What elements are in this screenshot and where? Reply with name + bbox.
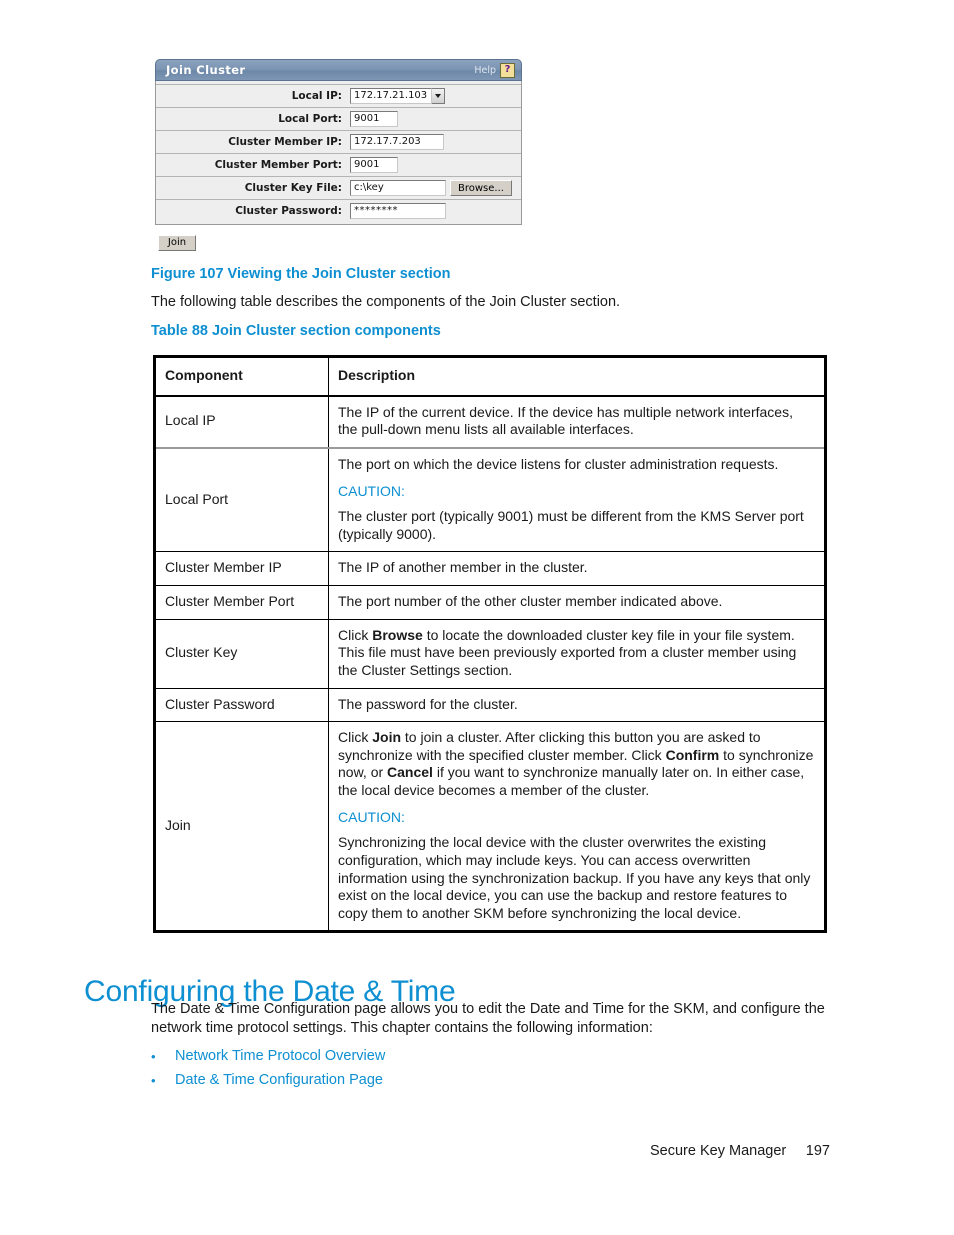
cell-component: Local IP (154, 395, 329, 449)
cluster-password-input[interactable]: ******** (350, 203, 446, 219)
section-paragraph: The Date & Time Configuration page allow… (151, 1001, 825, 1036)
description-paragraph: Click Browse to locate the downloaded cl… (338, 626, 797, 678)
table-row: Join Click Join to join a cluster. After … (154, 721, 826, 933)
cell-component: Cluster Member Port (154, 585, 329, 620)
table-row: Cluster Password The password for the clu… (154, 687, 826, 723)
cell-component: Cluster Password (154, 687, 329, 723)
help-question-icon[interactable]: ? (500, 62, 515, 78)
cell-component: Local Port (154, 446, 329, 553)
label-local-port: Local Port: (278, 113, 342, 125)
description-paragraph: The IP of another member in the cluster. (338, 559, 588, 576)
header-description: Description (328, 355, 826, 397)
description-paragraph: Synchronizing the local device with the … (338, 834, 811, 921)
help-label: Help (474, 64, 496, 76)
field-local-ip[interactable]: 172.17.21.103 (350, 88, 445, 104)
local-ip-select-value[interactable]: 172.17.21.103 (350, 88, 432, 104)
description-paragraph: Click Join to join a cluster. After clic… (338, 729, 814, 798)
label-cluster-key-file: Cluster Key File: (244, 182, 342, 194)
form-row-cluster-key-file: Cluster Key File: c:\key Browse... (156, 177, 521, 200)
browse-button[interactable]: Browse... (450, 180, 512, 196)
label-local-ip: Local IP: (291, 90, 342, 102)
field-cluster-password[interactable]: ******** (350, 203, 446, 219)
bullet-icon: • (151, 1049, 156, 1064)
table-row: Local IP The IP of the current device. If… (154, 395, 826, 449)
components-table: Component Description Local IP The IP of … (153, 355, 827, 934)
intro-paragraph: The following table describes the compon… (151, 294, 621, 310)
table-body: Component Description Local IP The IP of … (154, 355, 826, 933)
field-cluster-key-file[interactable]: c:\key Browse... (350, 180, 512, 196)
cross-reference-link[interactable]: Date & Time Configuration Page (175, 1070, 383, 1091)
description-paragraph: The port on which the device listens for… (338, 455, 779, 472)
form-row-local-port: Local Port: 9001 (156, 108, 521, 131)
list-item[interactable]: • Date & Time Configuration Page (151, 1070, 651, 1091)
cell-component: Cluster Member IP (154, 551, 329, 586)
cell-description: The IP of another member in the cluster. (328, 551, 826, 586)
section-link-list: • Network Time Protocol Overview • Date & T… (151, 1046, 651, 1094)
form-row-cluster-member-ip: Cluster Member IP: 172.17.7.203 (156, 131, 521, 154)
form-row-local-ip: Local IP: 172.17.21.103 (156, 84, 521, 108)
panel-title: Join Cluster (166, 63, 246, 77)
field-local-port[interactable]: 9001 (350, 111, 398, 127)
description-paragraph: The password for the cluster. (338, 695, 518, 712)
description-paragraph: The IP of the current device. If the dev… (338, 403, 793, 438)
cluster-member-port-input[interactable]: 9001 (350, 157, 398, 173)
figure-caption: Figure 107 Viewing the Join Cluster sect… (151, 266, 451, 282)
field-cluster-member-port[interactable]: 9001 (350, 157, 398, 173)
join-button[interactable]: Join (158, 235, 196, 251)
table-row: Cluster Key Click Browse to locate the do… (154, 618, 826, 689)
cell-description: The port on which the device listens for… (328, 446, 826, 553)
label-cluster-member-port: Cluster Member Port: (214, 159, 342, 171)
cluster-member-ip-input[interactable]: 172.17.7.203 (350, 134, 444, 150)
cell-description: The IP of the current device. If the dev… (328, 395, 826, 449)
cell-component: Cluster Key (154, 618, 329, 689)
cell-description: The port number of the other cluster mem… (328, 585, 826, 620)
join-cluster-form: Local IP: 172.17.21.103 Local Port: 9001… (155, 81, 522, 225)
table-caption: Table 88 Join Cluster section components (151, 323, 441, 339)
cell-description: Click Join to join a cluster. After clic… (328, 721, 826, 933)
footer-page-number: 197 (805, 1143, 830, 1159)
local-port-input[interactable]: 9001 (350, 111, 398, 127)
table-row: Cluster Member IP The IP of another membe… (154, 551, 826, 586)
join-cluster-figure: Join Cluster Help ? Local IP: 172.17.21.… (155, 59, 522, 225)
help-control[interactable]: Help ? (474, 62, 515, 78)
page-footer: Secure Key Manager 197 (650, 1143, 830, 1159)
cell-component: Join (154, 721, 329, 933)
panel-titlebar: Join Cluster Help ? (155, 59, 522, 81)
form-row-cluster-password: Cluster Password: ******** (156, 200, 521, 222)
field-cluster-member-ip[interactable]: 172.17.7.203 (350, 134, 444, 150)
header-component: Component (154, 355, 329, 397)
label-cluster-member-ip: Cluster Member IP: (228, 136, 342, 148)
description-paragraph: The port number of the other cluster mem… (338, 593, 723, 609)
label-cluster-password: Cluster Password: (235, 205, 342, 217)
description-paragraph: The cluster port (typically 9001) must b… (338, 508, 804, 542)
table-row: Local Port The port on which the device l… (154, 446, 826, 553)
footer-book-title: Secure Key Manager (650, 1143, 787, 1159)
form-row-cluster-member-port: Cluster Member Port: 9001 (156, 154, 521, 177)
cell-description: Click Browse to locate the downloaded cl… (328, 618, 826, 689)
table-header-row: Component Description (154, 355, 826, 397)
bullet-icon: • (151, 1073, 156, 1088)
list-item[interactable]: • Network Time Protocol Overview (151, 1046, 651, 1067)
chevron-down-icon[interactable] (432, 88, 445, 104)
caution-label: CAUTION: (338, 482, 405, 499)
cross-reference-link[interactable]: Network Time Protocol Overview (175, 1046, 385, 1067)
cluster-key-file-input[interactable]: c:\key (350, 180, 446, 196)
cell-description: The password for the cluster. (328, 687, 826, 723)
table-row: Cluster Member Port The port number of th… (154, 585, 826, 620)
caution-label: CAUTION: (338, 808, 405, 825)
